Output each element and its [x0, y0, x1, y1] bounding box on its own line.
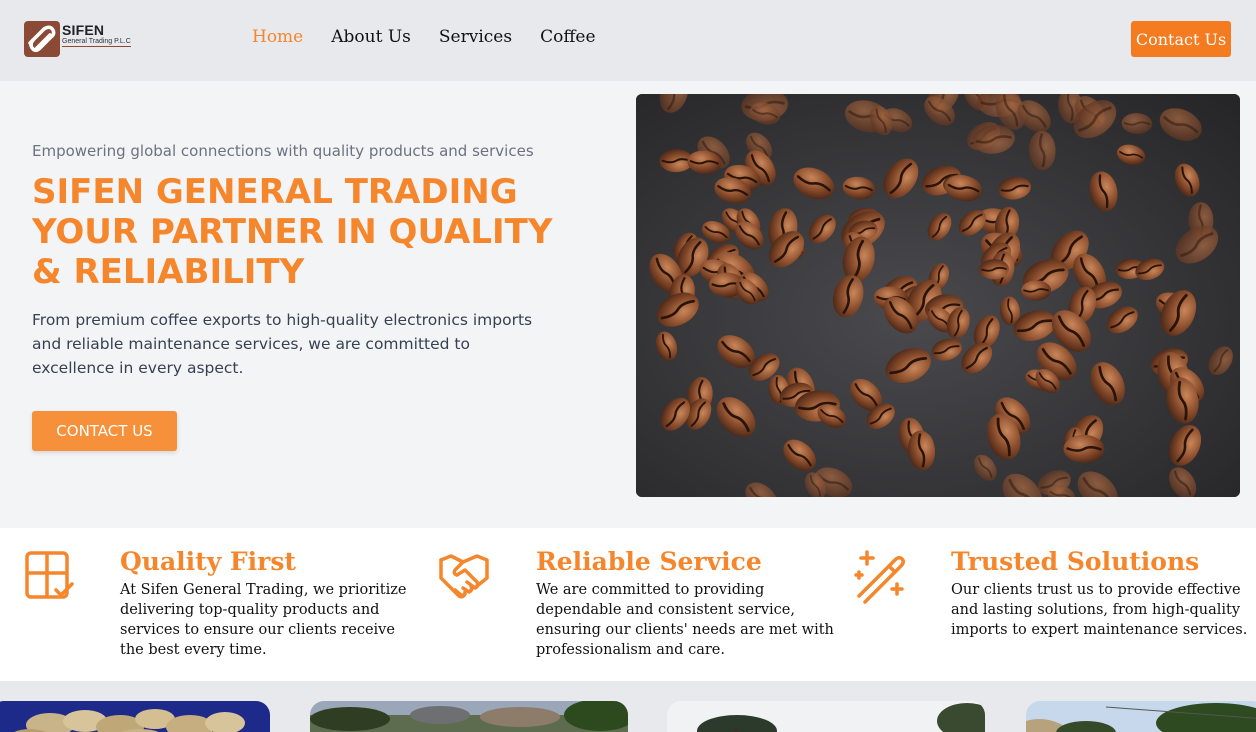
handshake-icon — [437, 550, 491, 606]
coffee-beans-thumb[interactable] — [0, 701, 270, 732]
magic-wand-icon — [853, 550, 907, 608]
hero-tagline: Empowering global connections with quali… — [32, 142, 534, 160]
farm-landscape-thumb[interactable] — [310, 701, 628, 732]
hero-description: From premium coffee exports to high-qual… — [32, 311, 533, 377]
features-section: Quality First At Sifen General Trading, … — [0, 528, 1256, 681]
nav-coffee[interactable]: Coffee — [540, 27, 595, 47]
coffee-bean — [1021, 280, 1051, 301]
logo-mark-icon — [24, 21, 60, 57]
site-header: SIFEN General Trading P.L.C Home About U… — [0, 0, 1256, 81]
feature-text: Our clients trust us to provide effectiv… — [951, 582, 1248, 638]
coffee-beans-image — [636, 94, 1240, 497]
hero-contact-button[interactable]: CONTACT US — [32, 411, 177, 451]
main-nav: Home About Us Services Coffee — [252, 27, 624, 47]
trees-sky-thumb[interactable] — [667, 701, 985, 732]
feature-title: Quality First — [120, 547, 296, 576]
logo-subtitle: General Trading P.L.C — [62, 38, 131, 47]
logo-name: SIFEN — [62, 22, 105, 38]
gallery-strip — [0, 681, 1256, 732]
feature-title: Reliable Service — [536, 547, 762, 576]
nav-home[interactable]: Home — [252, 27, 303, 47]
hero-title: SIFEN GENERAL TRADING YOUR PARTNER IN QU… — [32, 172, 553, 292]
feature-title: Trusted Solutions — [951, 547, 1200, 576]
feature-text: We are committed to providing dependable… — [536, 582, 834, 658]
logo[interactable]: SIFEN General Trading P.L.C — [24, 21, 131, 57]
quality-grid-check-icon — [24, 550, 76, 606]
nav-about-us[interactable]: About Us — [331, 27, 411, 47]
feature-text: At Sifen General Trading, we prioritize … — [120, 582, 407, 658]
nav-services[interactable]: Services — [439, 27, 512, 47]
roadside-trees-thumb[interactable] — [1026, 701, 1256, 732]
contact-us-button[interactable]: Contact Us — [1131, 21, 1231, 57]
